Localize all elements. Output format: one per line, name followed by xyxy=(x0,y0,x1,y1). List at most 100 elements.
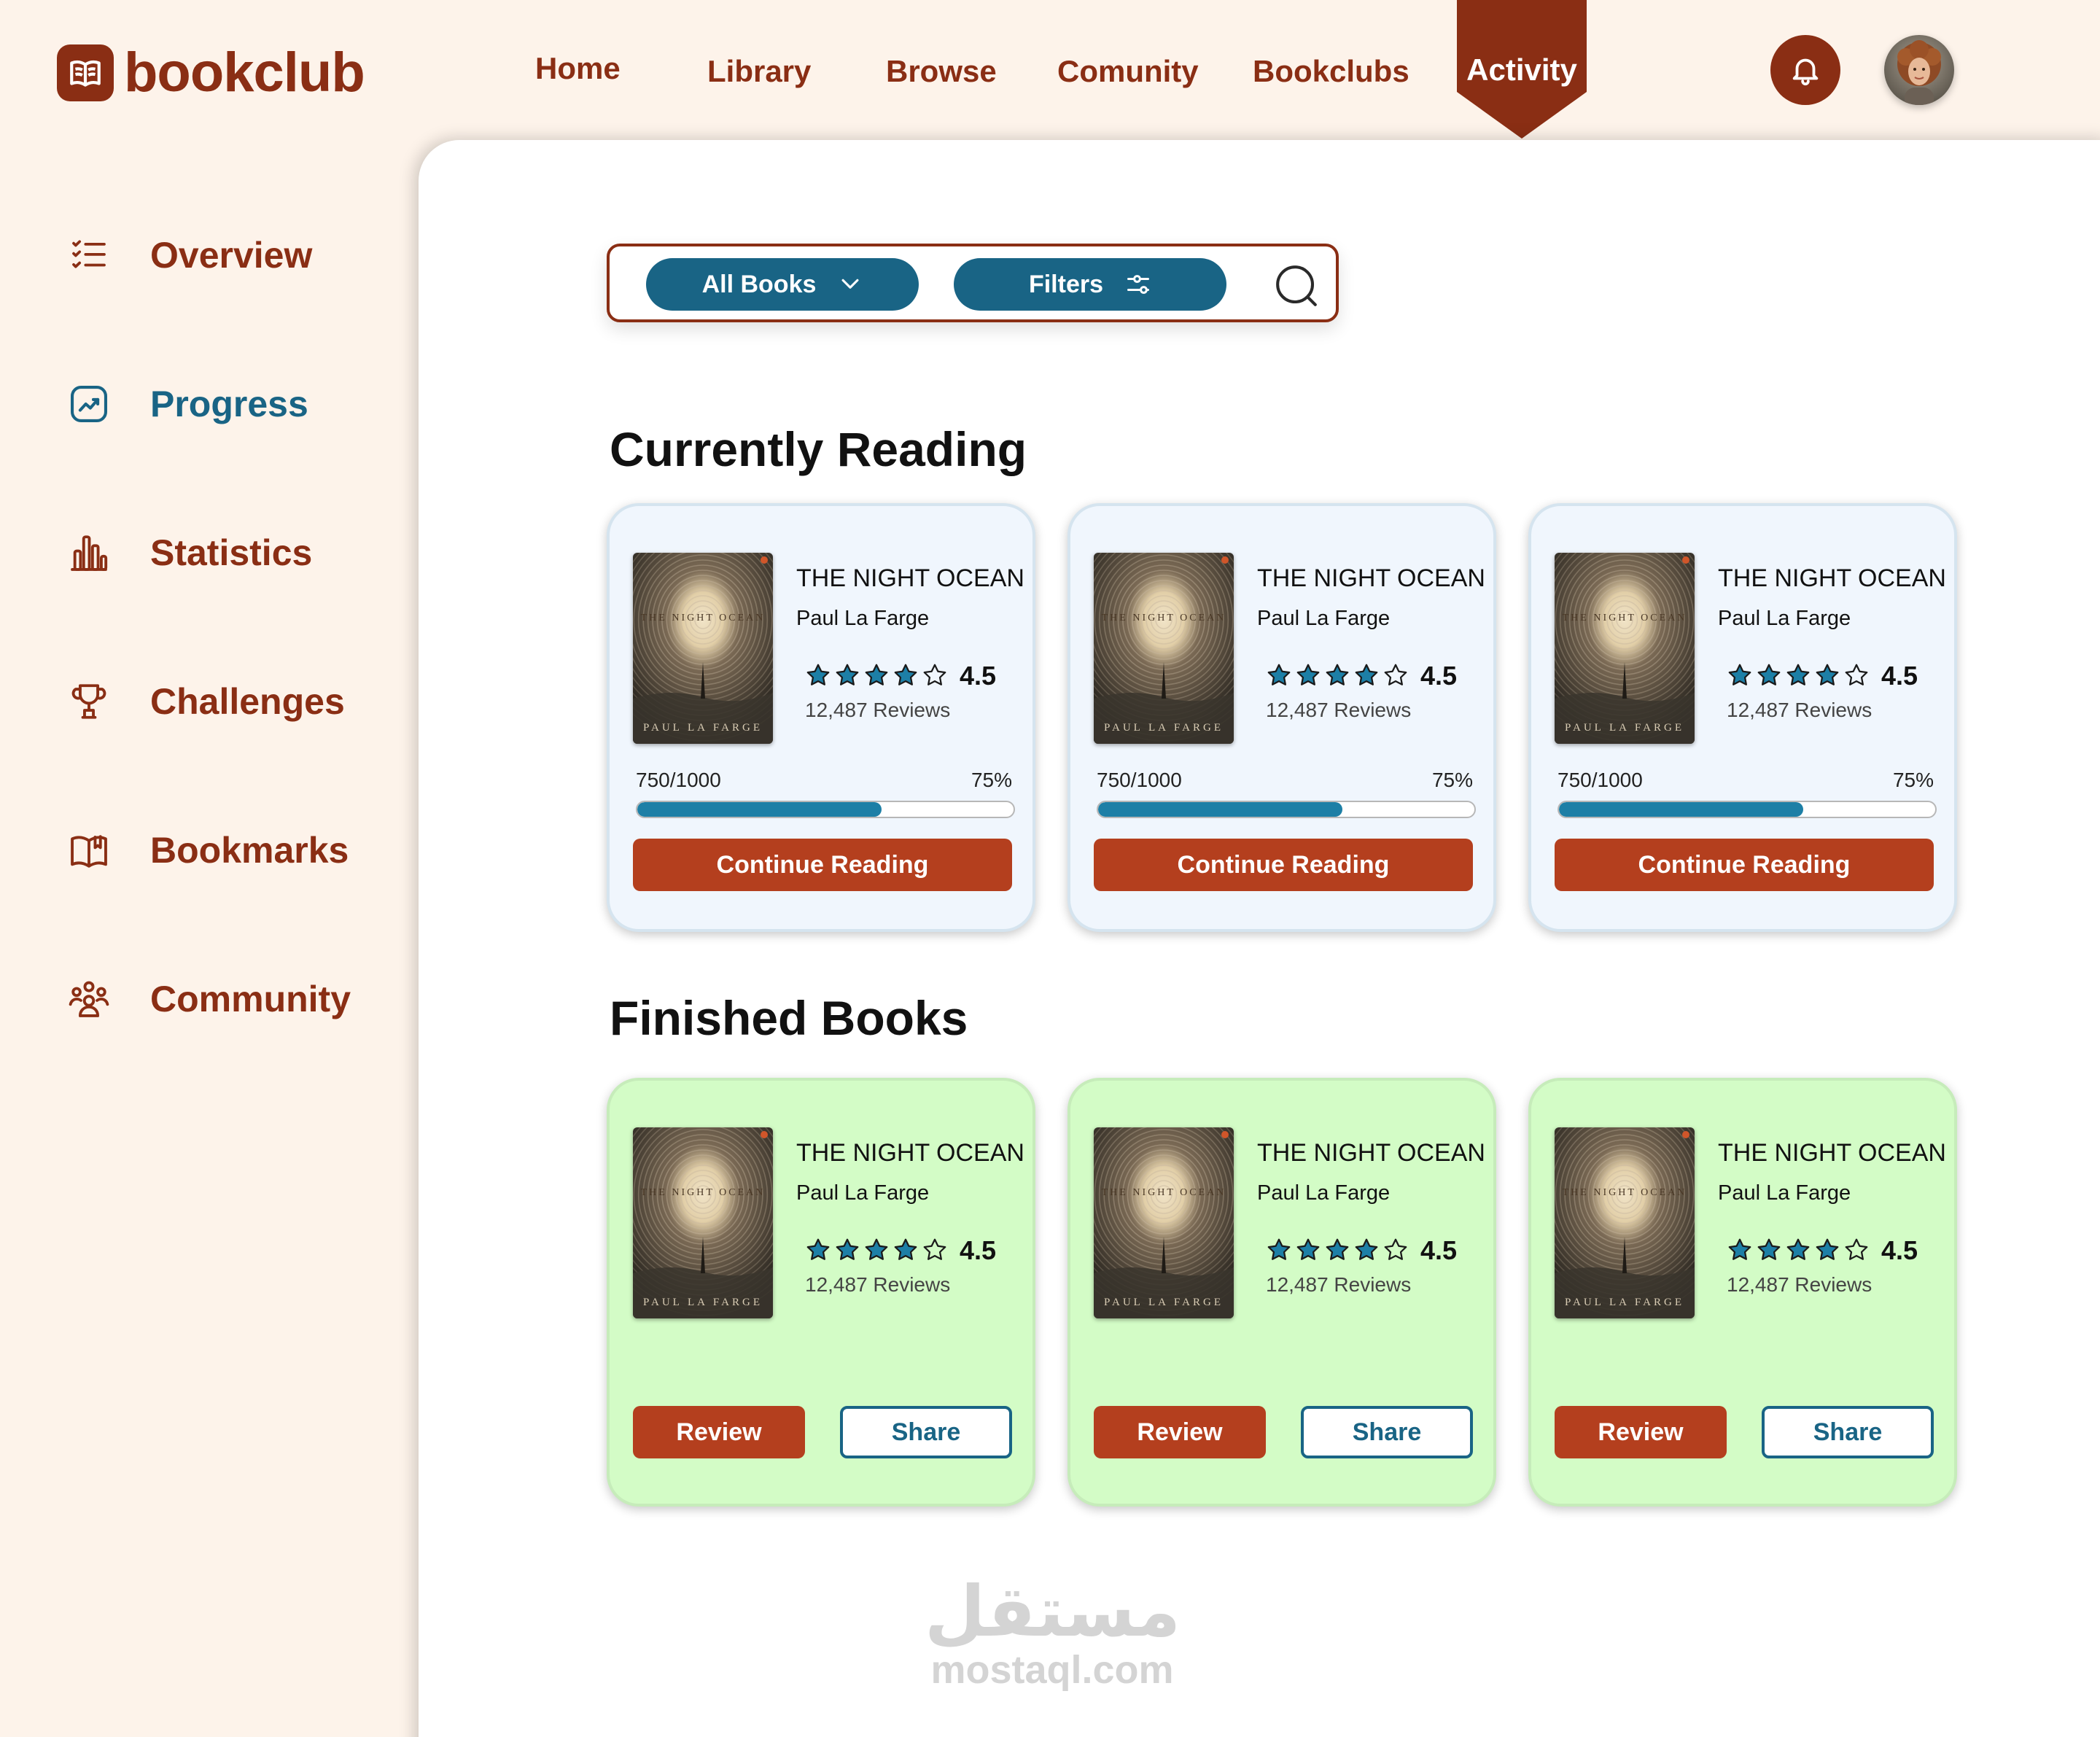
share-button[interactable]: Share xyxy=(1762,1406,1934,1458)
reading-book-card[interactable]: THE NIGHT OCEAN PAUL LA FARGE THE NIGHT OC… xyxy=(607,503,1035,932)
search-icon[interactable] xyxy=(1272,261,1323,312)
star-filled-icon xyxy=(865,664,888,685)
finished-book-card[interactable]: THE NIGHT OCEAN PAUL LA FARGE THE NIGHT OC… xyxy=(1068,1078,1496,1507)
star-filled-icon xyxy=(836,1238,859,1260)
sidebar-item-overview[interactable]: Overview xyxy=(67,233,312,277)
trend-chart-icon xyxy=(67,382,111,426)
finished-book-card[interactable]: THE NIGHT OCEAN PAUL LA FARGE THE NIGHT OC… xyxy=(607,1078,1035,1507)
share-button[interactable]: Share xyxy=(1301,1406,1473,1458)
star-outline-icon xyxy=(1384,664,1407,685)
book-title[interactable]: THE NIGHT OCEAN xyxy=(1718,1139,1946,1167)
progress-bar xyxy=(636,801,1015,818)
sidebar-item-challenges[interactable]: Challenges xyxy=(67,680,345,723)
review-count: 12,487 Reviews xyxy=(805,1273,951,1296)
review-button[interactable]: Review xyxy=(1094,1406,1266,1458)
all-books-label: All Books xyxy=(701,270,817,298)
continue-reading-button[interactable]: Continue Reading xyxy=(633,839,1012,891)
continue-reading-button[interactable]: Continue Reading xyxy=(1094,839,1473,891)
book-cover[interactable]: THE NIGHT OCEAN PAUL LA FARGE xyxy=(1094,553,1234,744)
rating-value: 4.5 xyxy=(960,661,997,691)
nav-library[interactable]: Library xyxy=(707,54,811,89)
sidebar-item-label: Community xyxy=(150,979,351,1019)
pages-read: 750/1000 xyxy=(636,769,721,791)
book-author: Paul La Farge xyxy=(1718,607,1851,630)
star-outline-icon xyxy=(1384,1238,1407,1260)
nav-browse[interactable]: Browse xyxy=(886,54,997,89)
star-filled-icon xyxy=(894,1238,917,1260)
rating-value: 4.5 xyxy=(1881,661,1918,691)
finished-book-card[interactable]: THE NIGHT OCEAN PAUL LA FARGE THE NIGHT OC… xyxy=(1528,1078,1957,1507)
watermark: مستقل mostaql.com xyxy=(925,1575,1181,1692)
star-filled-icon xyxy=(1296,664,1320,685)
book-title[interactable]: THE NIGHT OCEAN xyxy=(796,1139,1024,1167)
reading-book-card[interactable]: THE NIGHT OCEAN PAUL LA FARGE THE NIGHT OC… xyxy=(1528,503,1957,932)
star-filled-icon xyxy=(1326,664,1349,685)
book-cover[interactable]: THE NIGHT OCEAN PAUL LA FARGE xyxy=(1555,553,1695,744)
star-filled-icon xyxy=(1816,1238,1839,1260)
cover-author: PAUL LA FARGE xyxy=(1565,1297,1684,1308)
progress-percent: 75% xyxy=(1431,769,1473,791)
nav-community[interactable]: Comunity xyxy=(1057,54,1199,89)
continue-reading-button[interactable]: Continue Reading xyxy=(1555,839,1934,891)
progress-percent: 75% xyxy=(971,769,1012,791)
review-button[interactable]: Review xyxy=(633,1406,805,1458)
book-title[interactable]: THE NIGHT OCEAN xyxy=(1718,564,1946,593)
share-button[interactable]: Share xyxy=(840,1406,1012,1458)
all-books-dropdown[interactable]: All Books xyxy=(646,258,919,311)
book-cover[interactable]: THE NIGHT OCEAN PAUL LA FARGE xyxy=(633,553,773,744)
currently-reading-heading: Currently Reading xyxy=(610,422,1027,476)
nav-home[interactable]: Home xyxy=(535,51,621,86)
sidebar-item-statistics[interactable]: Statistics xyxy=(67,531,312,575)
star-rating xyxy=(1727,1237,1870,1263)
nav-activity-tab[interactable]: Activity xyxy=(1457,0,1587,139)
cover-title: THE NIGHT OCEAN xyxy=(1101,613,1226,623)
cover-title: THE NIGHT OCEAN xyxy=(1562,1187,1687,1198)
book-author: Paul La Farge xyxy=(1257,607,1391,630)
sidebar-item-label: Overview xyxy=(150,235,313,276)
reading-book-card[interactable]: THE NIGHT OCEAN PAUL LA FARGE THE NIGHT OC… xyxy=(1068,503,1496,932)
book-cover[interactable]: THE NIGHT OCEAN PAUL LA FARGE xyxy=(1555,1127,1695,1318)
cover-title: THE NIGHT OCEAN xyxy=(640,613,766,623)
sidebar-item-progress[interactable]: Progress xyxy=(67,382,308,426)
cover-author: PAUL LA FARGE xyxy=(1104,722,1224,734)
bar-chart-icon xyxy=(67,531,111,575)
book-cover[interactable]: THE NIGHT OCEAN PAUL LA FARGE xyxy=(633,1127,773,1318)
star-filled-icon xyxy=(836,664,859,685)
progress-percent: 75% xyxy=(1892,769,1934,791)
review-count: 12,487 Reviews xyxy=(1727,1273,1872,1296)
review-count: 12,487 Reviews xyxy=(1266,1273,1412,1296)
sidebar-item-community[interactable]: Community xyxy=(67,977,351,1021)
star-rating xyxy=(805,1237,948,1263)
book-cover[interactable]: THE NIGHT OCEAN PAUL LA FARGE xyxy=(1094,1127,1234,1318)
review-count: 12,487 Reviews xyxy=(1266,699,1412,721)
star-filled-icon xyxy=(1816,664,1839,685)
review-button[interactable]: Review xyxy=(1555,1406,1727,1458)
book-author: Paul La Farge xyxy=(1718,1181,1851,1205)
review-count: 12,487 Reviews xyxy=(1727,699,1872,721)
book-author: Paul La Farge xyxy=(796,1181,930,1205)
trophy-icon xyxy=(67,680,111,723)
star-filled-icon xyxy=(894,664,917,685)
progress-bar-fill xyxy=(1098,802,1343,817)
progress-bar-fill xyxy=(1559,802,1804,817)
star-rating xyxy=(1727,662,1870,688)
user-avatar[interactable] xyxy=(1884,35,1954,105)
nav-bookclubs[interactable]: Bookclubs xyxy=(1253,54,1409,89)
book-title[interactable]: THE NIGHT OCEAN xyxy=(1257,1139,1485,1167)
book-cover-artwork xyxy=(1555,553,1695,744)
notifications-button[interactable] xyxy=(1770,35,1840,105)
book-cover-artwork xyxy=(1094,1127,1234,1318)
book-title[interactable]: THE NIGHT OCEAN xyxy=(1257,564,1485,593)
star-rating xyxy=(1266,662,1409,688)
book-title[interactable]: THE NIGHT OCEAN xyxy=(796,564,1024,593)
sidebar-item-label: Bookmarks xyxy=(150,830,349,871)
star-filled-icon xyxy=(1757,1238,1781,1260)
star-rating xyxy=(1266,1237,1409,1263)
sidebar-item-bookmarks[interactable]: Bookmarks xyxy=(67,828,349,872)
watermark-latin: mostaql.com xyxy=(930,1648,1174,1692)
star-outline-icon xyxy=(1845,1238,1868,1260)
filters-button[interactable]: Filters xyxy=(954,258,1226,311)
progress-bar xyxy=(1558,801,1937,818)
book-author: Paul La Farge xyxy=(1257,1181,1391,1205)
star-filled-icon xyxy=(1728,1238,1751,1260)
